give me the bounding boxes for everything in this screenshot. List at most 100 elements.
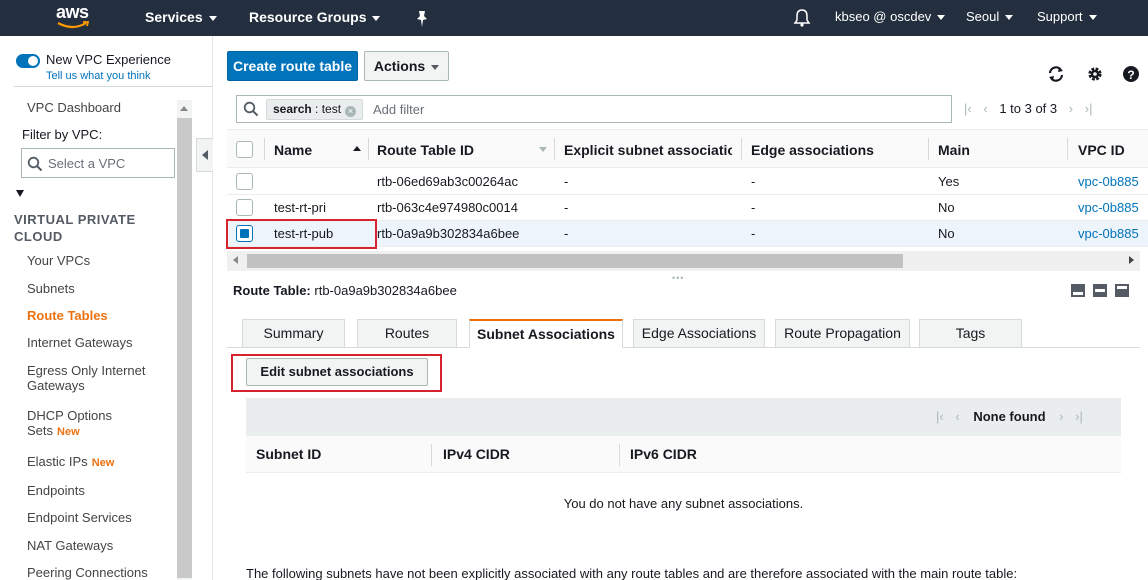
actions-button[interactable]: Actions (364, 51, 449, 81)
column-header-vpc-id[interactable]: VPC ID (1078, 142, 1125, 158)
support-menu[interactable]: Support (1037, 0, 1097, 36)
next-page-icon[interactable]: › (1059, 409, 1063, 424)
column-header-edge-associations[interactable]: Edge associations (751, 142, 874, 158)
sidebar-item-endpoints[interactable]: Endpoints (27, 483, 85, 498)
column-header-ipv6-cidr[interactable]: IPv6 CIDR (630, 446, 697, 462)
chevron-down-icon (1005, 15, 1014, 21)
tab-routes[interactable]: Routes (357, 319, 457, 348)
subnet-associations-panel: |‹ ‹ None found › ›| Subnet ID IPv4 CIDR… (246, 398, 1121, 538)
tab-subnet-associations[interactable]: Subnet Associations (469, 319, 623, 348)
previous-page-icon[interactable]: ‹ (955, 409, 959, 424)
chevron-down-icon (431, 64, 440, 70)
scroll-right-icon[interactable] (1129, 256, 1134, 264)
collapse-section-icon[interactable] (16, 190, 24, 197)
last-page-icon[interactable]: ›| (1075, 409, 1083, 424)
page-range: 1 to 3 of 3 (999, 101, 1058, 116)
tab-edge-associations[interactable]: Edge Associations (633, 319, 765, 348)
first-page-icon[interactable]: |‹ (964, 101, 972, 116)
refresh-icon[interactable] (1046, 64, 1066, 84)
services-menu[interactable]: Services (145, 0, 217, 36)
sidebar-item-route-tables[interactable]: Route Tables (27, 308, 108, 323)
column-header-main[interactable]: Main (938, 142, 970, 158)
unassociated-subnets-note: The following subnets have not been expl… (246, 566, 1018, 580)
feedback-link[interactable]: Tell us what you think (46, 70, 151, 82)
row-checkbox[interactable] (236, 173, 253, 190)
chevron-left-icon (202, 150, 208, 160)
tab-route-propagation[interactable]: Route Propagation (775, 319, 910, 348)
vpc-filter-select[interactable]: Select a VPC (21, 148, 175, 178)
cell-explicit: - (564, 200, 569, 215)
filter-token[interactable]: search : test × (266, 99, 364, 120)
tab-summary[interactable]: Summary (242, 319, 345, 348)
aws-logo[interactable]: aws (54, 2, 94, 32)
sidebar-item-nat-gateways[interactable]: NAT Gateways (27, 538, 113, 553)
layout-bottom-icon[interactable] (1071, 284, 1085, 297)
sidebar-scrollbar[interactable] (177, 100, 192, 580)
scroll-left-icon[interactable] (233, 256, 238, 264)
cell-route-table-id: rtb-063c4e974980c0014 (377, 200, 518, 215)
create-route-table-button[interactable]: Create route table (227, 51, 358, 81)
table-horizontal-scrollbar[interactable] (227, 251, 1140, 271)
next-page-icon[interactable]: › (1069, 101, 1073, 116)
none-found-label: None found (973, 409, 1046, 424)
table-row[interactable]: test-rt-pri rtb-063c4e974980c0014 - - No… (227, 195, 1148, 221)
tab-tags[interactable]: Tags (919, 319, 1022, 348)
new-vpc-toggle[interactable] (16, 54, 40, 68)
sidebar-item-vpc-dashboard[interactable]: VPC Dashboard (27, 100, 121, 115)
cell-explicit: - (564, 226, 569, 241)
filter-search-bar[interactable]: search : test × Add filter (236, 95, 952, 123)
cell-vpc-link[interactable]: vpc-0b885 (1078, 200, 1139, 215)
sidebar-item-dhcp-options[interactable]: DHCP Options Sets New (27, 408, 112, 438)
cell-explicit: - (564, 174, 569, 189)
select-all-checkbox[interactable] (236, 141, 253, 158)
sidebar-item-endpoint-services[interactable]: Endpoint Services (27, 510, 132, 525)
resize-handle-icon[interactable]: ••• (672, 273, 684, 283)
column-header-subnet-id[interactable]: Subnet ID (256, 446, 321, 462)
last-page-icon[interactable]: ›| (1085, 101, 1093, 116)
scroll-up-icon[interactable] (180, 106, 188, 111)
cell-route-table-id: rtb-06ed69ab3c00264ac (377, 174, 518, 189)
highlight-box (226, 219, 377, 249)
bell-icon[interactable] (793, 0, 811, 36)
remove-filter-icon[interactable]: × (345, 106, 357, 117)
sidebar-item-elastic-ips[interactable]: Elastic IPs New (27, 454, 114, 469)
svg-text:?: ? (1127, 68, 1134, 82)
sidebar-item-subnets[interactable]: Subnets (27, 281, 75, 296)
previous-page-icon[interactable]: ‹ (983, 101, 987, 116)
layout-split-icon[interactable] (1093, 284, 1107, 297)
table-pager: |‹ ‹ 1 to 3 of 3 › ›| (964, 101, 1092, 116)
sort-icon[interactable] (539, 147, 547, 152)
sort-ascending-icon[interactable] (353, 146, 361, 151)
first-page-icon[interactable]: |‹ (936, 409, 944, 424)
column-header-route-table-id[interactable]: Route Table ID (377, 142, 474, 158)
region-menu[interactable]: Seoul (966, 0, 1014, 36)
add-filter-input[interactable]: Add filter (373, 102, 424, 117)
cell-edge: - (751, 174, 756, 189)
sidebar-item-your-vpcs[interactable]: Your VPCs (27, 253, 90, 268)
layout-top-icon[interactable] (1115, 284, 1129, 297)
cell-vpc-link[interactable]: vpc-0b885 (1078, 226, 1139, 241)
route-table-detail-title: Route Table: rtb-0a9a9b302834a6bee (233, 283, 457, 298)
cell-route-table-id: rtb-0a9a9b302834a6bee (377, 226, 520, 241)
gear-icon[interactable] (1085, 64, 1105, 84)
sidebar-item-internet-gateways[interactable]: Internet Gateways (27, 335, 133, 350)
cell-name: test-rt-pri (274, 200, 326, 215)
cell-edge: - (751, 200, 756, 215)
row-checkbox[interactable] (236, 199, 253, 216)
sidebar-item-egress-only-gateways[interactable]: Egress Only Internet Gateways (27, 363, 146, 393)
subnet-table-header: Subnet ID IPv4 CIDR IPv6 CIDR (246, 436, 1121, 473)
table-row[interactable]: rtb-06ed69ab3c00264ac - - Yes vpc-0b885 (227, 169, 1148, 195)
help-icon[interactable]: ? (1121, 64, 1141, 84)
search-icon (27, 156, 43, 172)
chevron-down-icon (208, 15, 217, 21)
pin-icon[interactable] (414, 0, 430, 36)
column-header-ipv4-cidr[interactable]: IPv4 CIDR (443, 446, 510, 462)
collapse-sidebar-button[interactable] (196, 138, 213, 172)
cell-vpc-link[interactable]: vpc-0b885 (1078, 174, 1139, 189)
account-menu[interactable]: kbseo @ oscdev (835, 0, 946, 36)
column-header-explicit-subnet[interactable]: Explicit subnet association (564, 142, 732, 158)
column-header-name[interactable]: Name (274, 142, 312, 158)
sidebar-item-peering-connections[interactable]: Peering Connections (27, 565, 148, 580)
resource-groups-menu[interactable]: Resource Groups (249, 0, 381, 36)
table-header: Name Route Table ID Explicit subnet asso… (227, 129, 1148, 168)
